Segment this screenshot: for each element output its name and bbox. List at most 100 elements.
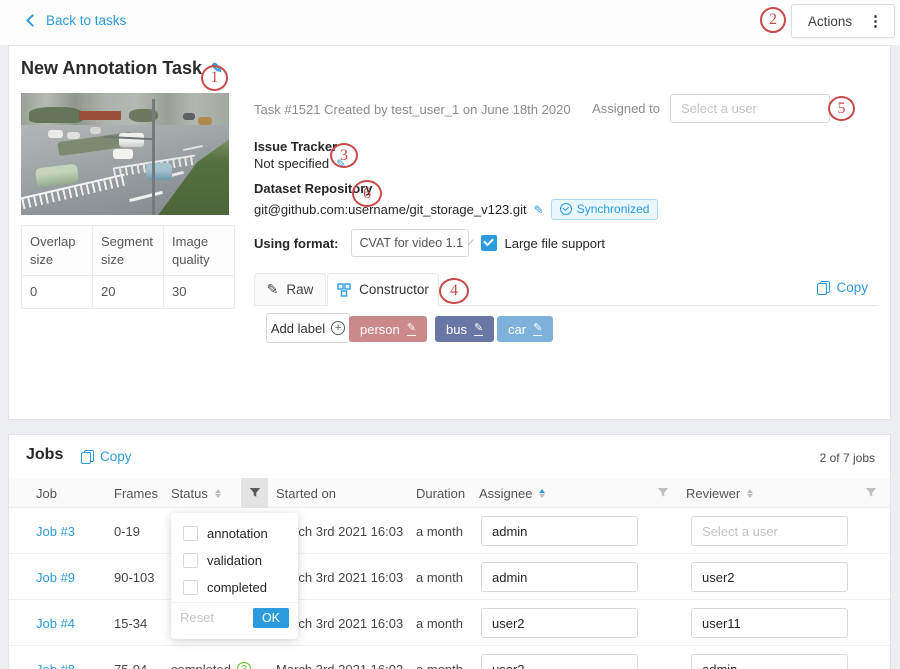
format-row: Using format: CVAT for video 1.1 Large f… bbox=[254, 229, 605, 257]
label-chip-bus[interactable]: bus ✎ bbox=[435, 316, 494, 342]
assignee-sorter-icon[interactable] bbox=[539, 489, 545, 498]
label-person-name: person bbox=[360, 322, 400, 337]
filter-funnel-icon bbox=[249, 487, 261, 499]
tab-raw-label: Raw bbox=[286, 282, 313, 297]
copy-icon bbox=[81, 450, 94, 464]
annotation-marker-4: 4 bbox=[439, 278, 469, 304]
reviewer-filter-icon[interactable] bbox=[865, 487, 877, 499]
sync-status-label: Synchronized bbox=[577, 202, 650, 216]
filter-reset-button[interactable]: Reset bbox=[180, 610, 214, 625]
param-value-quality: 30 bbox=[164, 276, 235, 309]
status-filter-button[interactable] bbox=[241, 478, 268, 508]
assignee-filter-icon[interactable] bbox=[657, 487, 669, 499]
large-file-checkbox[interactable] bbox=[481, 235, 497, 251]
tab-constructor[interactable]: Constructor bbox=[327, 273, 439, 306]
filter-options: annotation validation completed bbox=[171, 513, 298, 602]
add-label-button[interactable]: Add label + bbox=[266, 313, 350, 343]
assigned-to-row: Assigned to bbox=[592, 94, 830, 123]
assignee-select[interactable] bbox=[481, 562, 638, 592]
back-to-tasks-link[interactable]: Back to tasks bbox=[28, 13, 126, 28]
status-sorter-icon[interactable] bbox=[215, 489, 221, 498]
frames-cell: 15-34 bbox=[114, 600, 147, 646]
format-select[interactable]: CVAT for video 1.1 bbox=[351, 229, 469, 257]
filter-ok-button[interactable]: OK bbox=[253, 608, 289, 628]
reviewer-select[interactable] bbox=[691, 562, 848, 592]
param-value-overlap: 0 bbox=[22, 276, 93, 309]
large-file-checkbox-row[interactable]: Large file support bbox=[481, 235, 605, 251]
filter-option-validation[interactable]: validation bbox=[171, 547, 298, 574]
col-duration[interactable]: Duration bbox=[416, 478, 465, 508]
reviewer-select[interactable] bbox=[691, 608, 848, 638]
reviewer-sorter-icon[interactable] bbox=[747, 489, 753, 498]
checkbox-annotation[interactable] bbox=[183, 526, 198, 541]
job-link[interactable]: Job #4 bbox=[36, 616, 75, 631]
col-status[interactable]: Status bbox=[171, 478, 221, 508]
label-bus-name: bus bbox=[446, 322, 467, 337]
param-header-quality: Image quality bbox=[164, 226, 235, 276]
filter-option-label: validation bbox=[207, 553, 262, 568]
annotation-marker-3: 3 bbox=[330, 143, 358, 168]
edit-label-bus-icon[interactable]: ✎ bbox=[474, 322, 483, 335]
table-row: Job #9 90-103 March 3rd 2021 16:03 a mon… bbox=[9, 554, 890, 600]
filter-option-label: completed bbox=[207, 580, 267, 595]
job-link[interactable]: Job #3 bbox=[36, 524, 75, 539]
col-started-on[interactable]: Started on bbox=[276, 478, 336, 508]
filter-option-annotation[interactable]: annotation bbox=[171, 520, 298, 547]
reviewer-select[interactable] bbox=[691, 654, 848, 669]
edit-label-car-icon[interactable]: ✎ bbox=[533, 322, 542, 335]
jobs-copy-button[interactable]: Copy bbox=[81, 449, 132, 464]
format-select-value: CVAT for video 1.1 bbox=[360, 236, 464, 250]
edit-repo-icon[interactable]: ✎ bbox=[534, 203, 544, 217]
large-file-label: Large file support bbox=[505, 236, 605, 251]
assigned-to-label: Assigned to bbox=[592, 101, 660, 116]
frames-cell: 90-103 bbox=[114, 554, 154, 600]
tab-constructor-label: Constructor bbox=[359, 282, 429, 297]
frames-cell: 75-94 bbox=[114, 646, 147, 669]
plus-circle-icon: + bbox=[331, 321, 345, 335]
job-link[interactable]: Job #9 bbox=[36, 570, 75, 585]
status-cell: completed ? bbox=[171, 646, 251, 669]
started-cell: March 3rd 2021 16:03 bbox=[276, 646, 403, 669]
checkbox-completed[interactable] bbox=[183, 580, 198, 595]
sync-status-badge[interactable]: Synchronized bbox=[551, 199, 659, 220]
actions-button[interactable]: Actions ⋮ bbox=[791, 4, 895, 38]
filter-option-completed[interactable]: completed bbox=[171, 574, 298, 601]
task-title-row: New Annotation Task ✎ bbox=[21, 58, 223, 79]
assigned-to-input[interactable] bbox=[670, 94, 830, 123]
copy-icon bbox=[817, 281, 830, 295]
table-row: Job #8 75-94 completed ? March 3rd 2021 … bbox=[9, 646, 890, 669]
dataset-repo-url: git@github.com:username/git_storage_v123… bbox=[254, 202, 527, 217]
col-reviewer[interactable]: Reviewer bbox=[686, 478, 753, 508]
reviewer-select[interactable] bbox=[691, 516, 848, 546]
assignee-select[interactable] bbox=[481, 516, 638, 546]
checkbox-validation[interactable] bbox=[183, 553, 198, 568]
label-chip-car[interactable]: car ✎ bbox=[497, 316, 553, 342]
duration-cell: a month bbox=[416, 554, 463, 600]
filter-footer: Reset OK bbox=[171, 602, 298, 632]
filter-option-label: annotation bbox=[207, 526, 268, 541]
job-link[interactable]: Job #8 bbox=[36, 662, 75, 669]
col-reviewer-label: Reviewer bbox=[686, 486, 740, 501]
tab-raw[interactable]: ✎ Raw bbox=[254, 273, 326, 306]
param-value-segment: 20 bbox=[93, 276, 164, 309]
col-frames[interactable]: Frames bbox=[114, 478, 158, 508]
check-circle-icon bbox=[560, 203, 572, 215]
status-text: completed bbox=[171, 662, 231, 669]
constructor-blocks-icon bbox=[337, 283, 351, 297]
col-assignee[interactable]: Assignee bbox=[479, 478, 545, 508]
duration-cell: a month bbox=[416, 600, 463, 646]
col-job[interactable]: Job bbox=[36, 478, 57, 508]
jobs-card: Jobs Copy 2 of 7 jobs Job Frames Status … bbox=[8, 434, 891, 669]
edit-label-person-icon[interactable]: ✎ bbox=[407, 322, 416, 335]
issue-tracker-label: Issue Tracker bbox=[254, 139, 337, 154]
assignee-select[interactable] bbox=[481, 654, 638, 669]
jobs-title: Jobs bbox=[26, 446, 63, 464]
question-circle-icon[interactable]: ? bbox=[237, 662, 251, 669]
param-header-overlap: Overlap size bbox=[22, 226, 93, 276]
duration-cell: a month bbox=[416, 646, 463, 669]
label-chip-person[interactable]: person ✎ bbox=[349, 316, 427, 342]
assignee-select[interactable] bbox=[481, 608, 638, 638]
labels-copy-button[interactable]: Copy bbox=[817, 280, 868, 295]
task-meta-text: Task #1521 Created by test_user_1 on Jun… bbox=[254, 102, 571, 117]
task-card: New Annotation Task ✎ Overlap size Segme… bbox=[8, 45, 891, 420]
